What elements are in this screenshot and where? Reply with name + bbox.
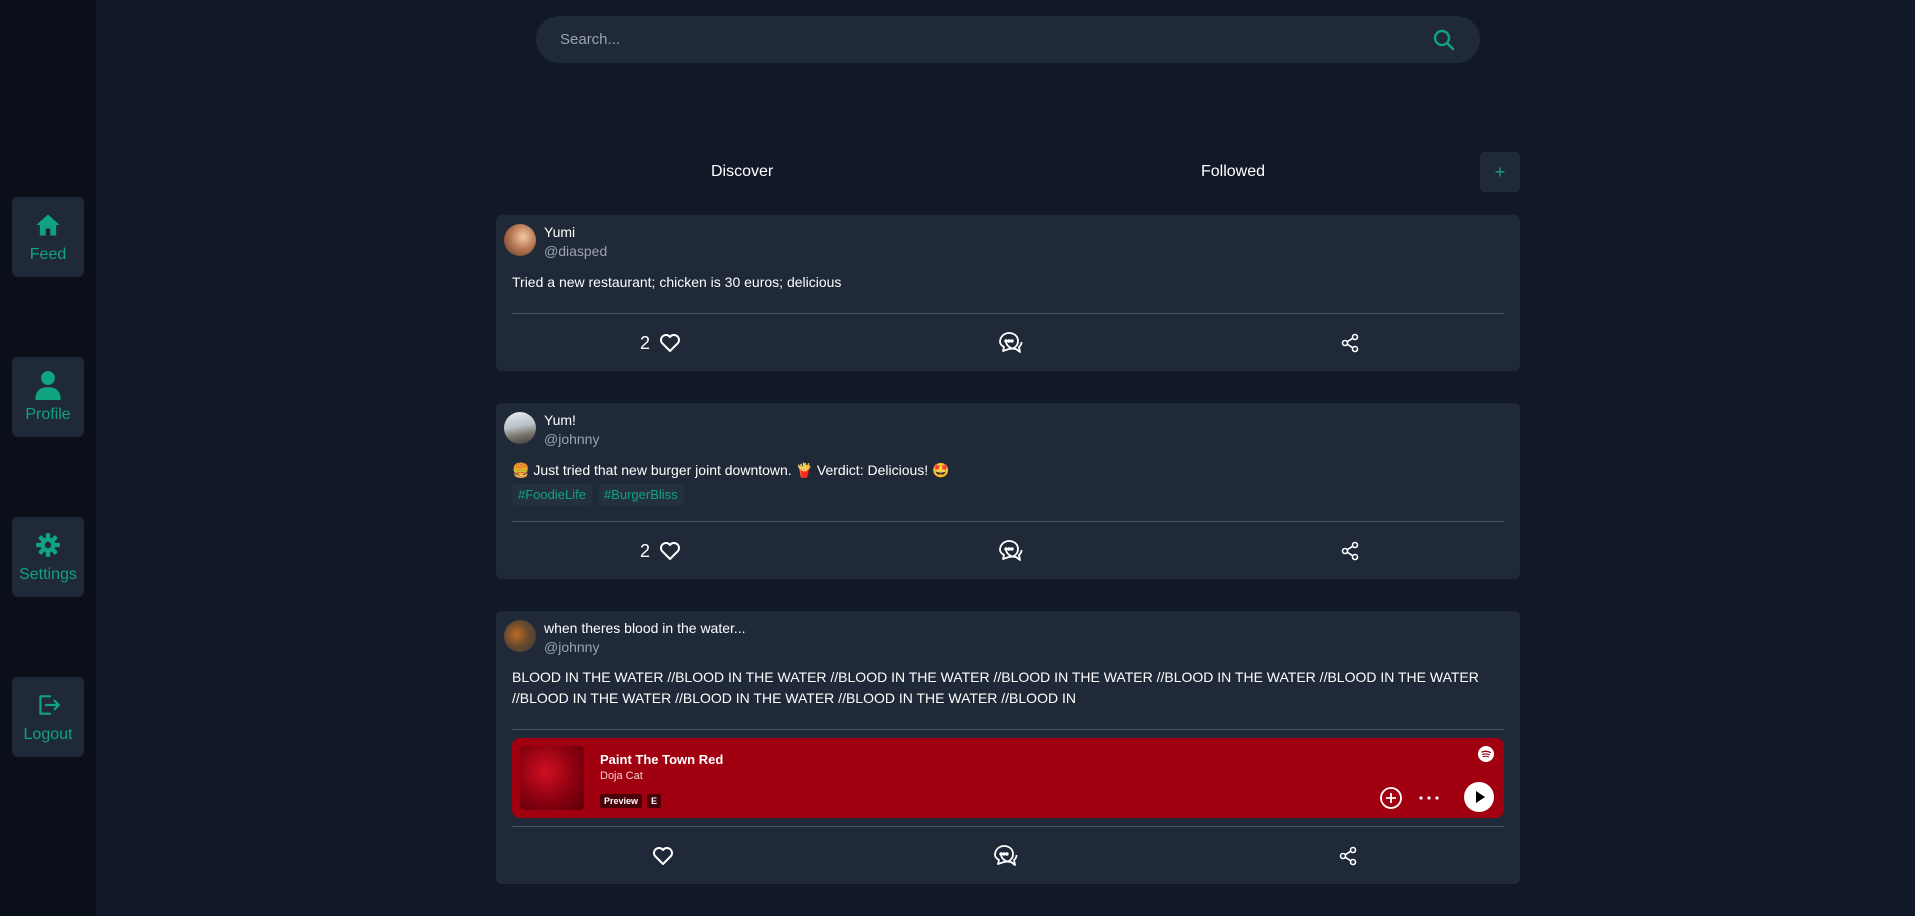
sidebar: Feed Profile Settings Logout: [0, 0, 96, 916]
comment-button[interactable]: [992, 836, 1018, 876]
tab-discover[interactable]: Discover: [711, 150, 773, 194]
share-icon: [1341, 333, 1359, 353]
sidebar-item-logout[interactable]: Logout: [12, 677, 84, 757]
preview-badge: Preview: [600, 794, 643, 808]
divider: [512, 826, 1504, 827]
post-actions: 2: [496, 531, 1520, 571]
sidebar-item-settings[interactable]: Settings: [12, 517, 84, 597]
avatar[interactable]: [504, 224, 536, 256]
post-card: when theres blood in the water... @johnn…: [496, 611, 1520, 884]
search-icon[interactable]: [1432, 28, 1456, 52]
album-cover[interactable]: [520, 746, 584, 810]
post-card: Yumi @diasped Tried a new restaurant; ch…: [496, 215, 1520, 371]
author-name[interactable]: Yumi: [544, 223, 607, 241]
like-button[interactable]: 2: [640, 323, 682, 363]
user-icon: [33, 370, 63, 400]
search-bar: [536, 16, 1480, 63]
tag-list: #FoodieLife #BurgerBliss: [512, 484, 684, 505]
post-text: BLOOD IN THE WATER //BLOOD IN THE WATER …: [512, 669, 1479, 706]
author-handle[interactable]: @johnny: [544, 429, 599, 449]
sidebar-item-label: Feed: [29, 246, 67, 263]
sidebar-item-label: Profile: [25, 406, 71, 423]
share-icon: [1341, 541, 1359, 561]
hashtag[interactable]: #BurgerBliss: [597, 484, 684, 505]
avatar[interactable]: [504, 412, 536, 444]
author-handle[interactable]: @johnny: [544, 637, 746, 657]
post-header: when theres blood in the water... @johnn…: [504, 619, 746, 657]
post-card: Yum! @johnny 🍔 Just tried that new burge…: [496, 403, 1520, 579]
comment-icon: [999, 332, 1023, 353]
divider: [512, 729, 1504, 730]
logout-icon: [33, 690, 63, 720]
track-title[interactable]: Paint The Town Red: [600, 752, 723, 767]
sidebar-item-profile[interactable]: Profile: [12, 357, 84, 437]
post-text: 🍔 Just tried that new burger joint downt…: [512, 462, 950, 478]
author-name[interactable]: Yum!: [544, 411, 599, 429]
share-button[interactable]: [1340, 323, 1360, 363]
avatar[interactable]: [504, 620, 536, 652]
post-header: Yum! @johnny: [504, 411, 599, 449]
add-to-library-icon[interactable]: [1378, 785, 1404, 811]
heart-icon: [660, 542, 681, 560]
more-options-icon[interactable]: [1416, 785, 1442, 811]
sidebar-item-label: Settings: [19, 566, 77, 583]
hashtag[interactable]: #FoodieLife: [512, 484, 592, 505]
play-icon[interactable]: [1464, 782, 1494, 812]
like-count: 2: [640, 540, 651, 561]
like-button[interactable]: 2: [640, 531, 682, 571]
divider: [512, 313, 1504, 314]
sidebar-item-label: Logout: [23, 726, 73, 743]
share-icon: [1339, 846, 1357, 866]
post-actions: 2: [496, 323, 1520, 363]
share-button[interactable]: [1338, 836, 1358, 876]
post-actions: [496, 836, 1520, 876]
spotify-embed[interactable]: Paint The Town Red Doja Cat Preview E: [512, 738, 1504, 818]
like-button[interactable]: [651, 836, 675, 876]
track-badges: Preview E: [600, 794, 662, 808]
sidebar-item-feed[interactable]: Feed: [12, 197, 84, 277]
comment-icon: [999, 540, 1023, 561]
comment-button[interactable]: [997, 531, 1023, 571]
feed-tabs: Discover Followed +: [496, 150, 1520, 194]
author-name[interactable]: when theres blood in the water...: [544, 619, 746, 637]
post-text: Tried a new restaurant; chicken is 30 eu…: [512, 274, 842, 290]
divider: [512, 521, 1504, 522]
track-artist[interactable]: Doja Cat: [600, 770, 643, 782]
gear-icon: [33, 530, 63, 560]
like-count: 2: [640, 332, 651, 353]
heart-icon: [660, 334, 681, 352]
add-button[interactable]: +: [1480, 152, 1520, 192]
search-input[interactable]: [560, 31, 1432, 48]
comment-button[interactable]: [997, 323, 1023, 363]
post-header: Yumi @diasped: [504, 223, 607, 261]
heart-icon: [653, 847, 673, 865]
share-button[interactable]: [1340, 531, 1360, 571]
comment-icon: [994, 845, 1018, 866]
spotify-logo-icon[interactable]: [1478, 746, 1494, 762]
tab-followed[interactable]: Followed: [1201, 150, 1265, 194]
home-icon: [33, 210, 63, 240]
author-handle[interactable]: @diasped: [544, 241, 607, 261]
explicit-badge: E: [647, 794, 662, 808]
